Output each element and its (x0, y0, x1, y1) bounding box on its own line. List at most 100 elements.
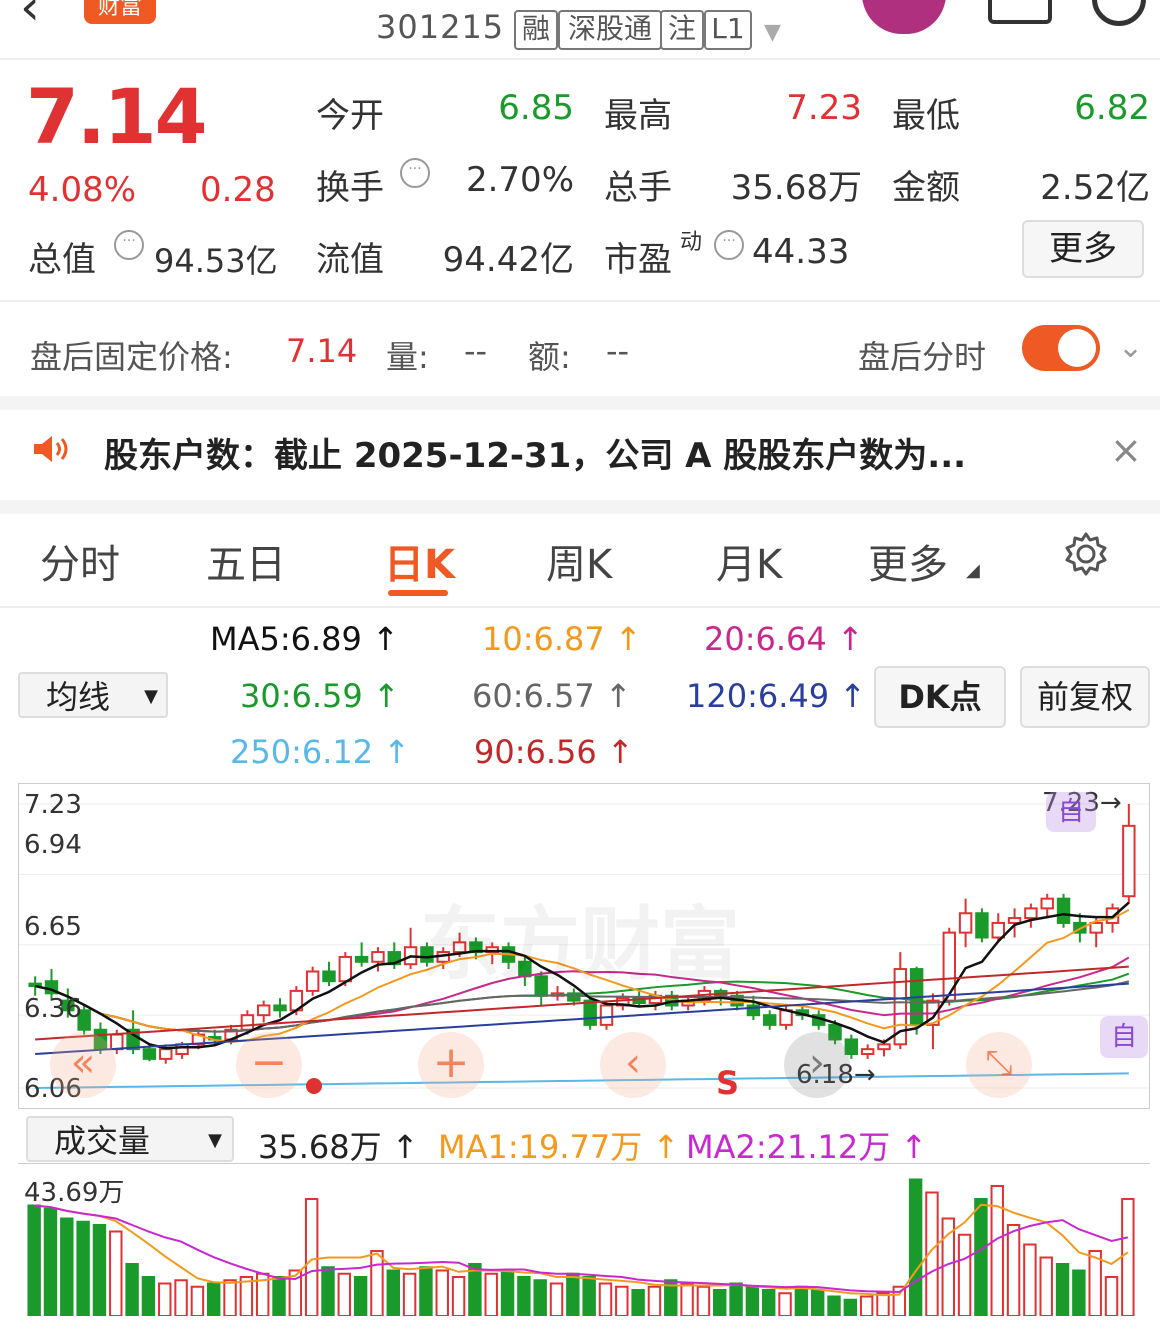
fullscreen-icon[interactable]: ⤡ (966, 1032, 1032, 1098)
info-dots-icon[interactable]: ··· (714, 230, 744, 260)
brand-badge: 财富 (84, 0, 156, 24)
divider (0, 300, 1160, 302)
volume-bar (141, 1275, 156, 1316)
window-icon[interactable] (988, 0, 1052, 24)
stock-code: 301215 (376, 8, 505, 46)
candle-body (583, 999, 597, 1026)
tab-more[interactable]: 更多 (868, 532, 948, 590)
ma5-value: MA5:6.89 ↑ (210, 620, 399, 658)
change-percent: 4.08% (28, 170, 137, 210)
volume-bar (810, 1288, 825, 1316)
tab-weekly-k[interactable]: 周K (546, 532, 612, 590)
volume-bar (500, 1269, 515, 1316)
last-price: 7.14 (26, 72, 208, 161)
volume-bar (549, 1282, 564, 1316)
afterhours-vol: -- (464, 332, 488, 370)
candle-body (1007, 917, 1022, 924)
high-value: 7.23 (786, 88, 862, 128)
afterhours-switch-label: 盘后分时 (858, 338, 987, 376)
volume-ma2: MA2:21.12万 ↑ (686, 1128, 928, 1166)
chevron-down-icon[interactable]: ⌄ (1118, 330, 1143, 365)
dk-point-button[interactable]: DK点 (874, 666, 1006, 728)
volume-bar (1006, 1223, 1021, 1316)
candle-body (1024, 907, 1038, 920)
volume-bar (631, 1288, 645, 1316)
close-icon[interactable]: × (1110, 428, 1142, 472)
volume-bar (794, 1285, 809, 1316)
volume-bar (859, 1295, 874, 1316)
volume-bar (109, 1230, 123, 1316)
volume-svg (27, 1178, 1135, 1316)
ma-select[interactable]: 均线 ▼ (18, 672, 168, 718)
y-tick-label: 7.23 (24, 790, 82, 820)
volume-bar (125, 1262, 139, 1316)
amount-label: 金额 (892, 168, 960, 208)
candle-body (991, 921, 1005, 939)
info-dots-icon[interactable]: ··· (114, 230, 144, 260)
tab-five-day[interactable]: 五日 (206, 532, 286, 590)
tag-registered: 注 (660, 10, 704, 50)
dropdown-triangle-icon[interactable]: ▼ (764, 20, 781, 45)
volume-bar (517, 1275, 531, 1316)
volume-bar (158, 1282, 172, 1316)
volume-current: 35.68万 ↑ (258, 1128, 419, 1166)
volume-bar (647, 1285, 662, 1316)
candle-body (142, 1048, 157, 1060)
back-chevron-icon[interactable]: ‹ (20, 0, 40, 36)
volume-bar (566, 1272, 580, 1316)
volume-select[interactable]: 成交量 ▼ (26, 1116, 234, 1162)
volume-select-label: 成交量 (54, 1122, 151, 1160)
volume-bar (1023, 1243, 1037, 1316)
candle-body (877, 1043, 891, 1051)
candle-body (322, 970, 336, 983)
more-button[interactable]: 更多 (1022, 220, 1144, 278)
volume-ma1: MA1:19.77万 ↑ (438, 1128, 680, 1166)
low-value: 6.82 (1074, 88, 1150, 128)
volume-max-label: 43.69万 (24, 1178, 125, 1208)
scroll-right-icon[interactable]: › (784, 1032, 850, 1098)
volume-bar (582, 1275, 596, 1316)
pe-sup: 动 (680, 230, 703, 255)
adjust-button[interactable]: 前复权 (1020, 666, 1150, 728)
event-dot (306, 1078, 322, 1094)
tab-monthly-k[interactable]: 月K (716, 532, 782, 590)
pe-label: 市盈 (604, 240, 672, 280)
info-dots-icon[interactable]: ··· (400, 158, 430, 188)
float-cap-value: 94.42亿 (442, 240, 574, 280)
volume-chart[interactable] (18, 1163, 1150, 1324)
low-label: 最低 (892, 96, 960, 136)
market-cap-value: 94.53亿 (154, 242, 278, 280)
ma250-line (35, 1072, 1129, 1089)
candle-body (763, 1014, 777, 1026)
tab-intraday[interactable]: 分时 (40, 532, 120, 590)
candle-body (1089, 921, 1103, 934)
scroll-left-fast-icon[interactable]: « (50, 1032, 116, 1098)
self-select-marker[interactable]: 自 (1100, 1016, 1148, 1058)
ma30-value: 30:6.59 ↑ (240, 677, 400, 715)
afterhours-label: 盘后固定价格: (30, 338, 233, 376)
candle-body (240, 1014, 255, 1031)
candle-body (1122, 824, 1136, 898)
scroll-left-icon[interactable]: ‹ (600, 1032, 666, 1098)
news-ticker[interactable]: 股东户数：截止 2025-12-31，公司 A 股股东户数为... (104, 428, 966, 477)
volume-bar (696, 1285, 711, 1316)
gear-icon[interactable] (1062, 530, 1110, 578)
volume-bar (1039, 1256, 1053, 1316)
volume-bar (353, 1275, 368, 1316)
volume-bar (745, 1285, 760, 1316)
zoom-out-icon[interactable]: − (236, 1032, 302, 1098)
volume-bar (778, 1292, 792, 1316)
self-select-marker[interactable]: 自 (1046, 792, 1096, 832)
amount-value: 2.52亿 (1040, 168, 1150, 208)
volume-label: 总手 (604, 168, 672, 208)
tab-daily-k[interactable]: 日K (384, 532, 455, 590)
tag-level1: L1 (704, 10, 752, 50)
volume-bar (223, 1279, 237, 1316)
volume-bar (386, 1269, 400, 1316)
zoom-in-icon[interactable]: + (418, 1032, 484, 1098)
afterhours-toggle[interactable] (1022, 325, 1100, 371)
ma60-value: 60:6.57 ↑ (472, 677, 632, 715)
tag-shenzhen-connect: 深股通 (558, 10, 662, 50)
active-tab-indicator (388, 590, 448, 596)
candle-body (371, 951, 385, 963)
